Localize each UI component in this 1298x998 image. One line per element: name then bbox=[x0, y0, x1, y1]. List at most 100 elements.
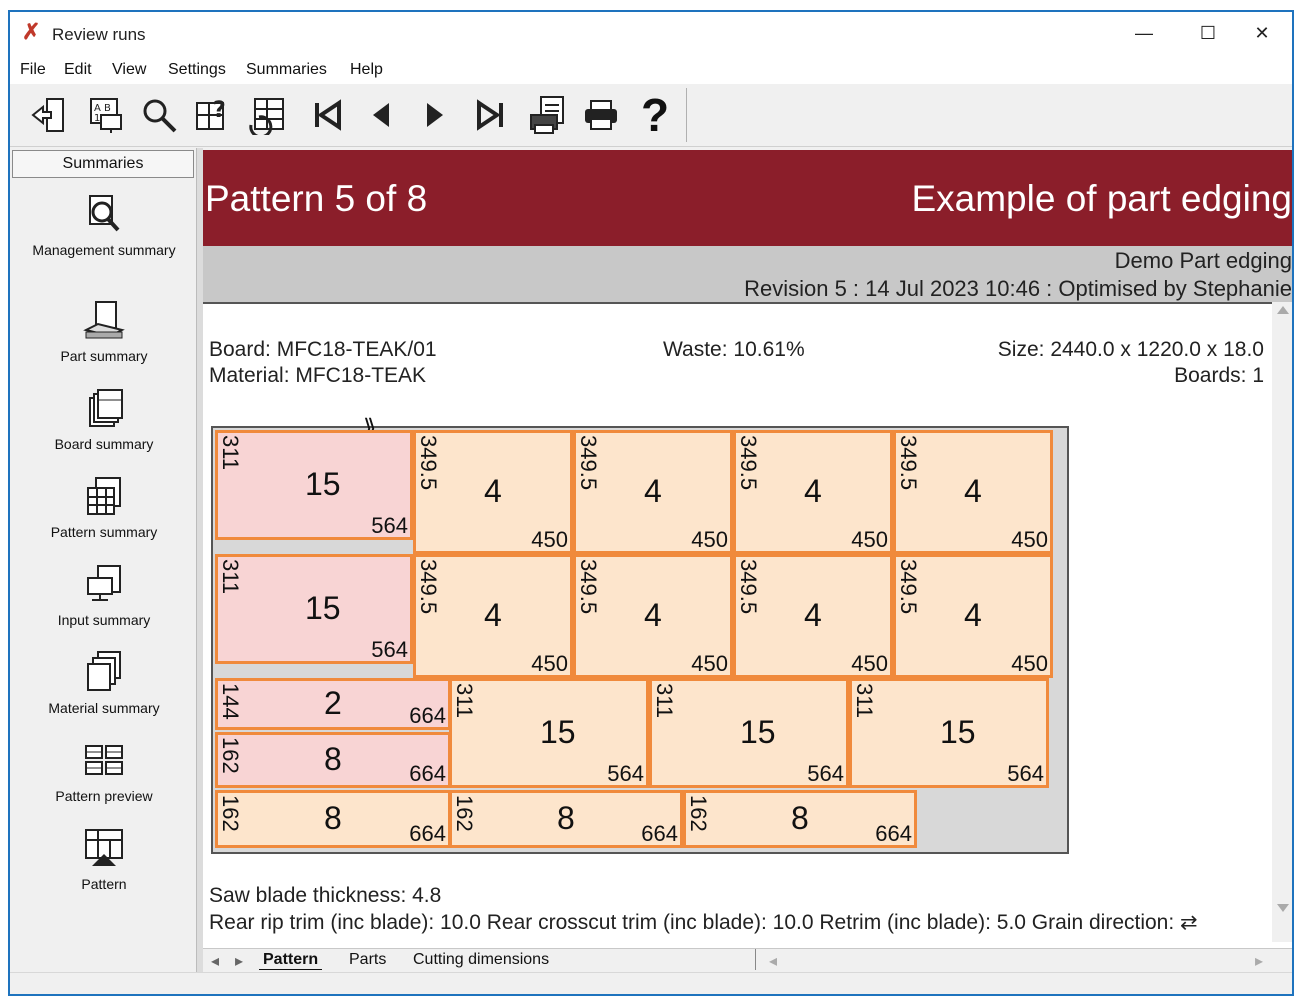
part-quantity-label: 8 bbox=[324, 741, 342, 777]
trim-settings: Rear rip trim (inc blade): 10.0 Rear cro… bbox=[209, 911, 1198, 934]
refresh-pattern-button[interactable] bbox=[244, 92, 290, 138]
management-summary-icon bbox=[89, 195, 120, 232]
hscroll-left-icon[interactable]: ◂ bbox=[769, 951, 777, 970]
part-summary-icon bbox=[83, 301, 125, 339]
part-quantity-label: 8 bbox=[791, 800, 809, 836]
input-summary-icon bbox=[87, 565, 121, 601]
sidebar-item-material-summary[interactable]: Material summary bbox=[12, 650, 196, 716]
status-bar bbox=[10, 972, 1292, 994]
part-width-label: 349.5 bbox=[416, 435, 441, 491]
part-length-label: 450 bbox=[691, 527, 728, 552]
sidebar-item-board-summary[interactable]: Board summary bbox=[12, 386, 196, 452]
sidebar-item-input-summary[interactable]: Input summary bbox=[12, 562, 196, 628]
first-pattern-button[interactable] bbox=[304, 92, 350, 138]
part-quantity-label: 8 bbox=[324, 800, 342, 836]
help-button[interactable]: ? bbox=[632, 92, 678, 138]
part-width-label: 349.5 bbox=[896, 559, 921, 615]
cutting-pattern-board: ⟫ 311 15 564 349.5 4 450 349.5 4 450 349.5 4 450 349… bbox=[211, 415, 1069, 854]
toolbar: A B1 ? ? bbox=[10, 84, 1292, 147]
print-icon bbox=[585, 100, 617, 130]
sidebar-item-label: Pattern summary bbox=[50, 524, 158, 540]
part-width-label: 349.5 bbox=[416, 559, 441, 615]
waste-value: Waste: 10.61% bbox=[663, 338, 805, 361]
tab-parts[interactable]: Parts bbox=[349, 951, 386, 969]
report-vertical-scrollbar[interactable] bbox=[1272, 302, 1292, 942]
pattern-summary-icon bbox=[87, 477, 121, 515]
print-preview-button[interactable] bbox=[524, 92, 570, 138]
next-icon bbox=[427, 103, 443, 127]
print-button[interactable] bbox=[578, 92, 624, 138]
pattern-part: 349.5 4 450 bbox=[413, 430, 573, 554]
scroll-down-icon[interactable] bbox=[1277, 904, 1289, 912]
svg-text:?: ? bbox=[213, 98, 226, 123]
part-length-label: 664 bbox=[641, 821, 678, 846]
next-pattern-button[interactable] bbox=[412, 92, 458, 138]
part-width-label: 311 bbox=[218, 559, 243, 595]
part-width-label: 144 bbox=[218, 683, 243, 720]
pattern-part: 349.5 4 450 bbox=[893, 430, 1053, 554]
menu-view[interactable]: View bbox=[112, 61, 146, 79]
part-quantity-label: 15 bbox=[305, 466, 341, 502]
part-length-label: 450 bbox=[531, 527, 568, 552]
sidebar-item-pattern[interactable]: Pattern bbox=[12, 826, 196, 892]
part-quantity-label: 15 bbox=[540, 714, 576, 750]
review-runs-window: ✗ Review runs — ☐ ✕ File Edit View Setti… bbox=[8, 10, 1294, 996]
last-pattern-button[interactable] bbox=[468, 92, 514, 138]
pattern-part: 162 8 664 bbox=[215, 790, 451, 848]
app-logo-icon: ✗ bbox=[22, 19, 41, 44]
tab-cutting-dimensions[interactable]: Cutting dimensions bbox=[413, 951, 549, 969]
sidebar-item-label: Material summary bbox=[48, 700, 160, 716]
revision-line: Revision 5 : 14 Jul 2023 10:46 : Optimis… bbox=[744, 276, 1292, 301]
minimize-button[interactable]: — bbox=[1124, 18, 1164, 48]
search-button[interactable] bbox=[136, 92, 182, 138]
close-button[interactable]: ✕ bbox=[1242, 18, 1282, 48]
part-quantity-label: 4 bbox=[644, 597, 662, 633]
part-quantity-label: 4 bbox=[964, 473, 982, 509]
sidebar-splitter[interactable] bbox=[196, 148, 203, 974]
part-width-label: 162 bbox=[218, 795, 243, 832]
parameters-icon: A B1 bbox=[90, 98, 122, 133]
material-summary-icon bbox=[87, 651, 121, 691]
material-code: Material: MFC18-TEAK bbox=[209, 364, 427, 387]
part-width-label: 311 bbox=[852, 683, 877, 719]
menu-summaries[interactable]: Summaries bbox=[246, 61, 327, 79]
menu-bar: File Edit View Settings Summaries Help bbox=[10, 56, 1292, 84]
pattern-icon bbox=[85, 829, 123, 866]
tab-pattern[interactable]: Pattern bbox=[259, 951, 323, 970]
tab-scroll-left-icon[interactable]: ◂ bbox=[211, 951, 219, 970]
previous-pattern-button[interactable] bbox=[358, 92, 404, 138]
hscroll-right-icon[interactable]: ▸ bbox=[1255, 951, 1263, 970]
sidebar-item-pattern-summary[interactable]: Pattern summary bbox=[12, 474, 196, 540]
part-length-label: 664 bbox=[409, 761, 446, 786]
first-icon bbox=[315, 99, 341, 131]
part-quantity-label: 4 bbox=[484, 597, 502, 633]
help-icon: ? bbox=[640, 89, 670, 141]
scroll-up-icon[interactable] bbox=[1277, 306, 1289, 314]
sidebar-item-management-summary[interactable]: Management summary bbox=[12, 192, 196, 258]
window-title: Review runs bbox=[52, 25, 146, 44]
last-icon bbox=[477, 99, 503, 131]
menu-file[interactable]: File bbox=[20, 61, 46, 79]
tab-scroll-right-icon[interactable]: ▸ bbox=[235, 951, 243, 970]
part-width-label: 349.5 bbox=[576, 435, 601, 491]
menu-settings[interactable]: Settings bbox=[168, 61, 226, 79]
menu-edit[interactable]: Edit bbox=[64, 61, 92, 79]
sidebar-item-pattern-preview[interactable]: Pattern preview bbox=[12, 738, 196, 804]
report-subheader: Demo Part edging Revision 5 : 14 Jul 202… bbox=[203, 246, 1292, 304]
pattern-part: 311 15 564 bbox=[449, 678, 649, 788]
parameters-button[interactable]: A B1 bbox=[82, 92, 128, 138]
pattern-report: Pattern 5 of 8 Example of part edging De… bbox=[203, 150, 1292, 970]
menu-help[interactable]: Help bbox=[350, 61, 383, 79]
board-code: Board: MFC18-TEAK/01 bbox=[209, 338, 437, 361]
part-length-label: 450 bbox=[851, 527, 888, 552]
part-width-label: 349.5 bbox=[736, 559, 761, 615]
undo-pattern-button[interactable]: ? bbox=[190, 92, 236, 138]
undo-pattern-icon: ? bbox=[196, 98, 226, 130]
sidebar-item-part-summary[interactable]: Part summary bbox=[12, 298, 196, 364]
exit-button[interactable] bbox=[26, 92, 72, 138]
part-quantity-label: 4 bbox=[644, 473, 662, 509]
part-quantity-label: 4 bbox=[804, 597, 822, 633]
part-quantity-label: 8 bbox=[557, 800, 575, 836]
part-width-label: 349.5 bbox=[896, 435, 921, 491]
maximize-button[interactable]: ☐ bbox=[1188, 18, 1228, 48]
